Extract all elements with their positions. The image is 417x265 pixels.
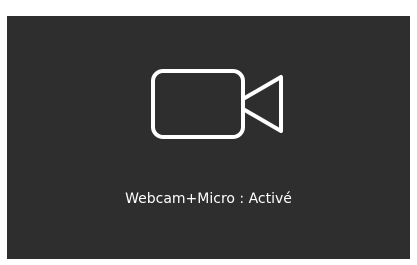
- osd-notification-panel: Webcam+Micro : Activé: [7, 16, 410, 259]
- webcam-mic-status-label: Webcam+Micro : Activé: [125, 191, 292, 207]
- video-camera-icon: [151, 69, 283, 139]
